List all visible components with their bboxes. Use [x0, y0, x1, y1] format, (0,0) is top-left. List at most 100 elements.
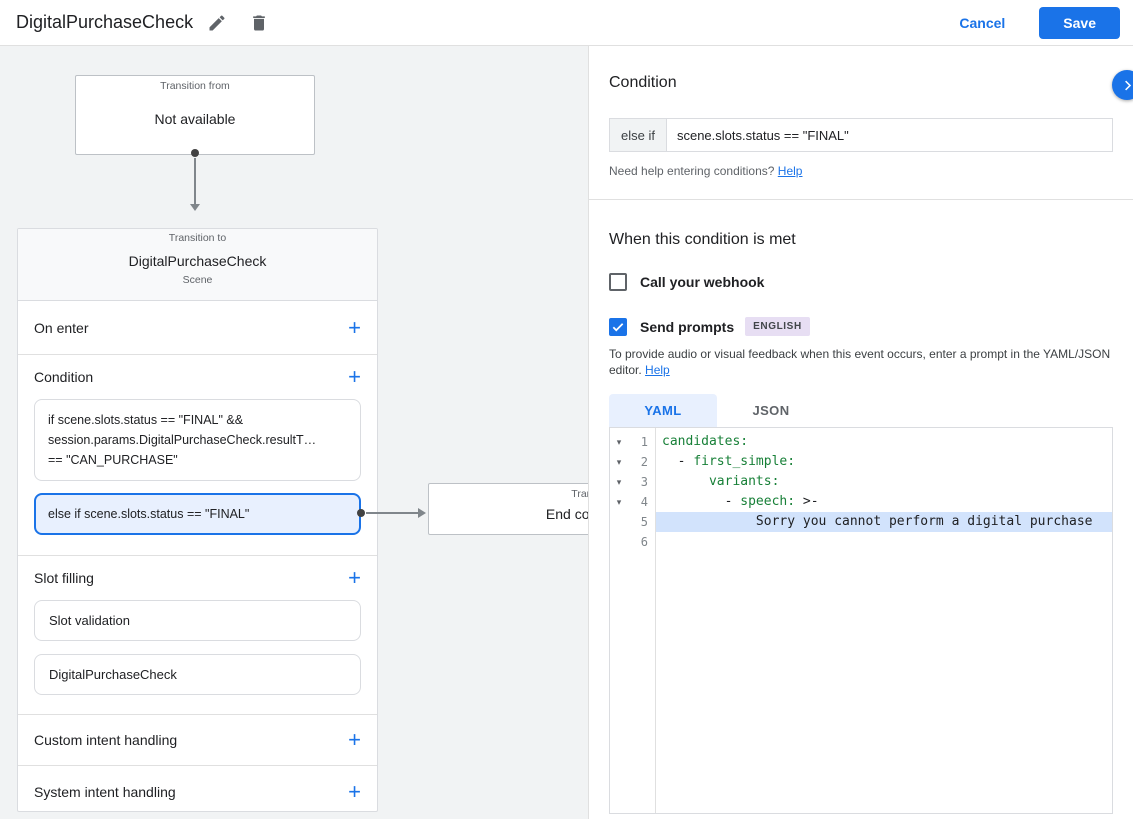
end-conversation-node[interactable]: Transition to End conversation [428, 483, 588, 535]
end-node-label: Transition to [571, 488, 588, 500]
slot-filling-label: Slot filling [34, 570, 94, 586]
system-intent-label: System intent handling [34, 783, 176, 800]
add-custom-intent-button[interactable]: + [348, 729, 361, 751]
language-badge: ENGLISH [745, 317, 810, 336]
save-button[interactable]: Save [1039, 6, 1120, 39]
section-custom-intent: Custom intent handling + [18, 715, 377, 766]
code-line-highlighted[interactable]: Sorry you cannot perform a digital purch… [656, 512, 1112, 532]
condition-box-selected[interactable]: else if scene.slots.status == "FINAL" [34, 493, 361, 535]
condition-text: else if scene.slots.status == "FINAL" [48, 507, 250, 521]
trash-icon [253, 15, 265, 30]
connector-line [366, 512, 418, 514]
code-area[interactable]: candidates: - first_simple: variants: - … [656, 428, 1112, 813]
code-editor: ▾ 1 ▾ 2 ▾ 3 ▾ 4 5 6 candidates: - first_simp… [609, 427, 1113, 814]
arrowhead-right-icon [418, 508, 426, 518]
transition-from-node: Transition from Not available [75, 75, 315, 155]
connector-dot [191, 149, 199, 157]
transition-to-label: Transition to [168, 232, 227, 244]
connector-dot [357, 509, 365, 517]
add-slot-button[interactable]: + [348, 567, 361, 589]
chevron-right-icon [1124, 80, 1131, 90]
send-prompts-label[interactable]: Send prompts [640, 319, 734, 335]
collapse-panel-button[interactable] [1112, 70, 1133, 100]
caret-down-icon[interactable]: ▾ [610, 477, 628, 488]
connector-line [194, 158, 196, 204]
transition-from-label: Transition from [160, 80, 230, 92]
arrowhead-down-icon [190, 204, 200, 211]
condition-text-line: if scene.slots.status == "FINAL" && [48, 413, 244, 427]
tab-json[interactable]: JSON [717, 394, 825, 427]
line-number: 2 [640, 455, 648, 469]
header: DigitalPurchaseCheck Cancel Save [0, 0, 1133, 46]
webhook-row: Call your webhook [609, 273, 1113, 291]
scene-card-header[interactable]: Transition to DigitalPurchaseCheck Scene [18, 229, 377, 301]
plus-icon: + [348, 314, 361, 340]
code-line[interactable]: - first_simple: [656, 452, 1112, 472]
line-number: 5 [640, 515, 648, 529]
prompts-description: To provide audio or visual feedback when… [609, 346, 1113, 378]
scene-subtitle: Scene [182, 274, 213, 286]
send-prompts-row: Send prompts ENGLISH [609, 317, 1113, 336]
code-line[interactable]: - speech: >- [656, 492, 1112, 512]
add-condition-button[interactable]: + [348, 366, 361, 388]
scene-card[interactable]: Transition to DigitalPurchaseCheck Scene… [17, 228, 378, 812]
line-number: 3 [640, 475, 648, 489]
caret-down-icon[interactable]: ▾ [610, 437, 628, 448]
transition-from-value: Not available [154, 111, 236, 127]
scene-graph-canvas[interactable]: Transition from Not available Transition… [0, 46, 588, 819]
section-on-enter: On enter + [18, 301, 377, 355]
tab-yaml[interactable]: YAML [609, 394, 717, 427]
divider [589, 199, 1133, 200]
code-line[interactable]: candidates: [656, 432, 1112, 452]
plus-icon: + [348, 565, 361, 590]
slot-box[interactable]: Slot validation [34, 600, 361, 641]
delete-scene-button[interactable] [241, 5, 277, 41]
help-text: Need help entering conditions? Help [609, 164, 1113, 178]
custom-intent-label: Custom intent handling [34, 732, 178, 748]
section-system-intent: System intent handling + [18, 766, 377, 811]
caret-down-icon[interactable]: ▾ [610, 497, 628, 508]
condition-section-label: Condition [34, 369, 94, 385]
condition-box[interactable]: if scene.slots.status == "FINAL" && sess… [34, 399, 361, 481]
line-number: 1 [640, 435, 648, 449]
help-prompt: Need help entering conditions? [609, 164, 775, 178]
scene-title: DigitalPurchaseCheck [128, 253, 267, 269]
on-enter-label: On enter [34, 319, 89, 336]
prompts-help-link[interactable]: Help [645, 363, 670, 377]
send-prompts-checkbox[interactable] [609, 317, 627, 336]
condition-panel: Condition else if Need help entering con… [588, 46, 1133, 819]
scene-editor-window: DigitalPurchaseCheck Cancel Save Transit… [0, 0, 1133, 819]
webhook-checkbox[interactable] [609, 273, 627, 291]
condition-input-row: else if [609, 118, 1113, 152]
cancel-button[interactable]: Cancel [959, 15, 1005, 31]
pencil-icon [209, 14, 225, 30]
plus-icon: + [348, 727, 361, 752]
add-system-intent-button[interactable]: + [348, 778, 361, 804]
code-line[interactable] [656, 532, 1112, 552]
code-line[interactable]: variants: [656, 472, 1112, 492]
slot-box[interactable]: DigitalPurchaseCheck [34, 654, 361, 695]
line-number: 6 [640, 535, 648, 549]
checkmark-icon [612, 322, 624, 331]
section-condition: Condition + if scene.slots.status == "FI… [18, 355, 377, 556]
panel-title: Condition [609, 74, 677, 91]
webhook-label[interactable]: Call your webhook [640, 274, 764, 290]
plus-icon: + [348, 778, 361, 804]
slot-box-label: DigitalPurchaseCheck [49, 667, 177, 682]
condition-type-label: else if [610, 119, 667, 151]
caret-down-icon[interactable]: ▾ [610, 457, 628, 468]
condition-text-line: session.params.DigitalPurchaseCheck.resu… [48, 433, 317, 447]
when-condition-title: When this condition is met [609, 231, 796, 248]
condition-text-line: == "CAN_PURCHASE" [48, 453, 178, 467]
page-title: DigitalPurchaseCheck [16, 12, 194, 32]
slot-box-label: Slot validation [49, 613, 130, 628]
edit-title-button[interactable] [199, 5, 235, 41]
condition-input[interactable] [666, 119, 1112, 151]
section-slot-filling: Slot filling + Slot validation DigitalPu… [18, 556, 377, 715]
editor-tabs: YAML JSON [609, 394, 1113, 427]
end-node-value: End conversation [545, 506, 588, 522]
help-link[interactable]: Help [778, 164, 803, 178]
prompts-description-text: To provide audio or visual feedback when… [609, 347, 1111, 377]
add-on-enter-button[interactable]: + [348, 314, 361, 340]
plus-icon: + [348, 364, 361, 389]
